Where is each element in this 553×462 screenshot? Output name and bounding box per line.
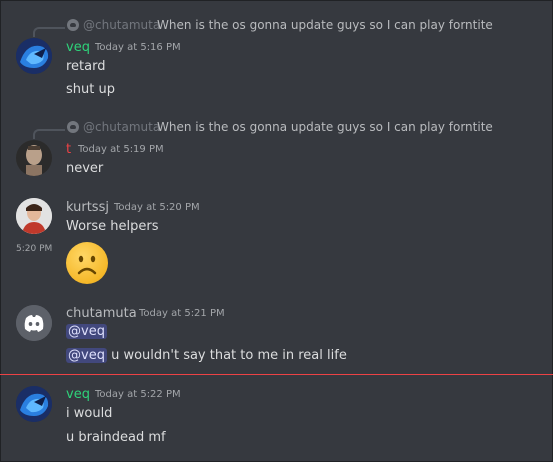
username[interactable]: chutamuta bbox=[66, 306, 137, 321]
message-text: @veq u wouldn't say that to me in real l… bbox=[66, 348, 347, 363]
reply-text[interactable]: When is the os gonna update guys so I ca… bbox=[157, 120, 493, 134]
message-text: never bbox=[66, 161, 104, 176]
frowning-face-emoji-icon[interactable] bbox=[66, 242, 108, 284]
veq-avatar-icon bbox=[16, 386, 52, 422]
frowning-face-icon bbox=[77, 255, 97, 275]
message-text: Worse helpers bbox=[66, 219, 159, 234]
avatar[interactable] bbox=[16, 305, 52, 341]
reply-author[interactable]: @chutamuta bbox=[83, 18, 160, 32]
avatar[interactable] bbox=[16, 198, 52, 234]
new-messages-divider bbox=[0, 374, 553, 375]
message-text: shut up bbox=[66, 82, 115, 97]
discord-avatar-mini-icon bbox=[67, 19, 79, 31]
message-text: u braindead mf bbox=[66, 430, 166, 445]
avatar[interactable] bbox=[16, 38, 52, 74]
message-text: i would bbox=[66, 406, 113, 421]
username[interactable]: kurtssj bbox=[66, 200, 109, 215]
user-mention[interactable]: @veq bbox=[66, 324, 107, 339]
discord-logo-icon bbox=[16, 305, 52, 341]
hover-timestamp[interactable]: 5:20 PM bbox=[16, 244, 52, 254]
veq-avatar-icon bbox=[16, 38, 52, 74]
message-body: u wouldn't say that to me in real life bbox=[106, 348, 347, 363]
avatar[interactable] bbox=[16, 386, 52, 422]
reply-text[interactable]: When is the os gonna update guys so I ca… bbox=[157, 18, 493, 32]
avatar[interactable] bbox=[16, 140, 52, 176]
reply-connector bbox=[33, 27, 65, 37]
message-text: @veq bbox=[66, 324, 107, 339]
timestamp[interactable]: Today at 5:16 PM bbox=[95, 42, 181, 53]
timestamp[interactable]: Today at 5:19 PM bbox=[78, 144, 164, 155]
reply-author[interactable]: @chutamuta bbox=[83, 120, 160, 134]
timestamp[interactable]: Today at 5:22 PM bbox=[95, 389, 181, 400]
username[interactable]: veq bbox=[66, 387, 90, 402]
reply-connector bbox=[33, 129, 65, 139]
user-mention[interactable]: @veq bbox=[66, 348, 107, 363]
message-text: retard bbox=[66, 59, 106, 74]
username[interactable]: t bbox=[66, 142, 71, 157]
kurtssj-avatar-icon bbox=[16, 198, 52, 234]
username[interactable]: veq bbox=[66, 40, 90, 55]
discord-avatar-mini-icon bbox=[67, 121, 79, 133]
timestamp[interactable]: Today at 5:21 PM bbox=[139, 308, 225, 319]
timestamp[interactable]: Today at 5:20 PM bbox=[114, 202, 200, 213]
t-avatar-icon bbox=[16, 140, 52, 176]
